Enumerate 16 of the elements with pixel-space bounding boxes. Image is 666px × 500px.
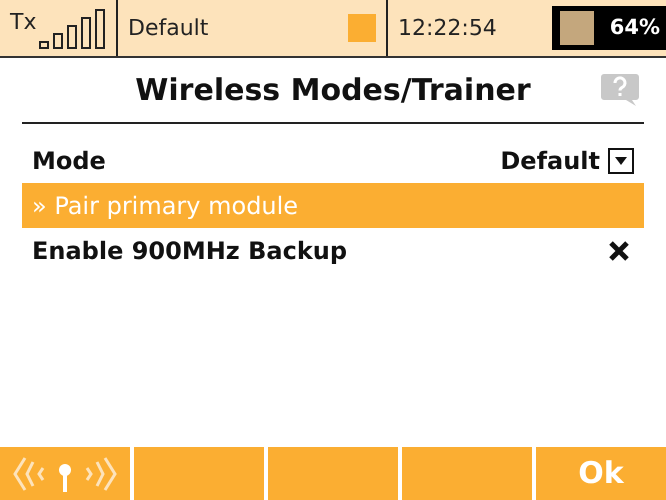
- tx-label: Tx: [10, 9, 36, 37]
- menu-row[interactable]: Enable 900MHz Backup: [22, 228, 644, 273]
- screen-title: Wireless Modes/Trainer: [135, 72, 531, 110]
- clock: 12:22:54: [398, 14, 497, 42]
- cross-icon[interactable]: [608, 240, 630, 262]
- footer-button[interactable]: [268, 447, 398, 500]
- status-square-icon: [348, 14, 376, 42]
- dropdown-value: Default: [500, 146, 600, 176]
- footer-button[interactable]: [0, 447, 130, 500]
- menu-row[interactable]: Mode Default: [22, 138, 644, 183]
- help-icon: [600, 72, 640, 108]
- model-name: Default: [128, 14, 208, 42]
- dropdown-caret-icon[interactable]: [608, 148, 634, 174]
- battery-indicator: 64%: [552, 6, 666, 50]
- footer-button[interactable]: [134, 447, 264, 500]
- footer-button[interactable]: [402, 447, 532, 500]
